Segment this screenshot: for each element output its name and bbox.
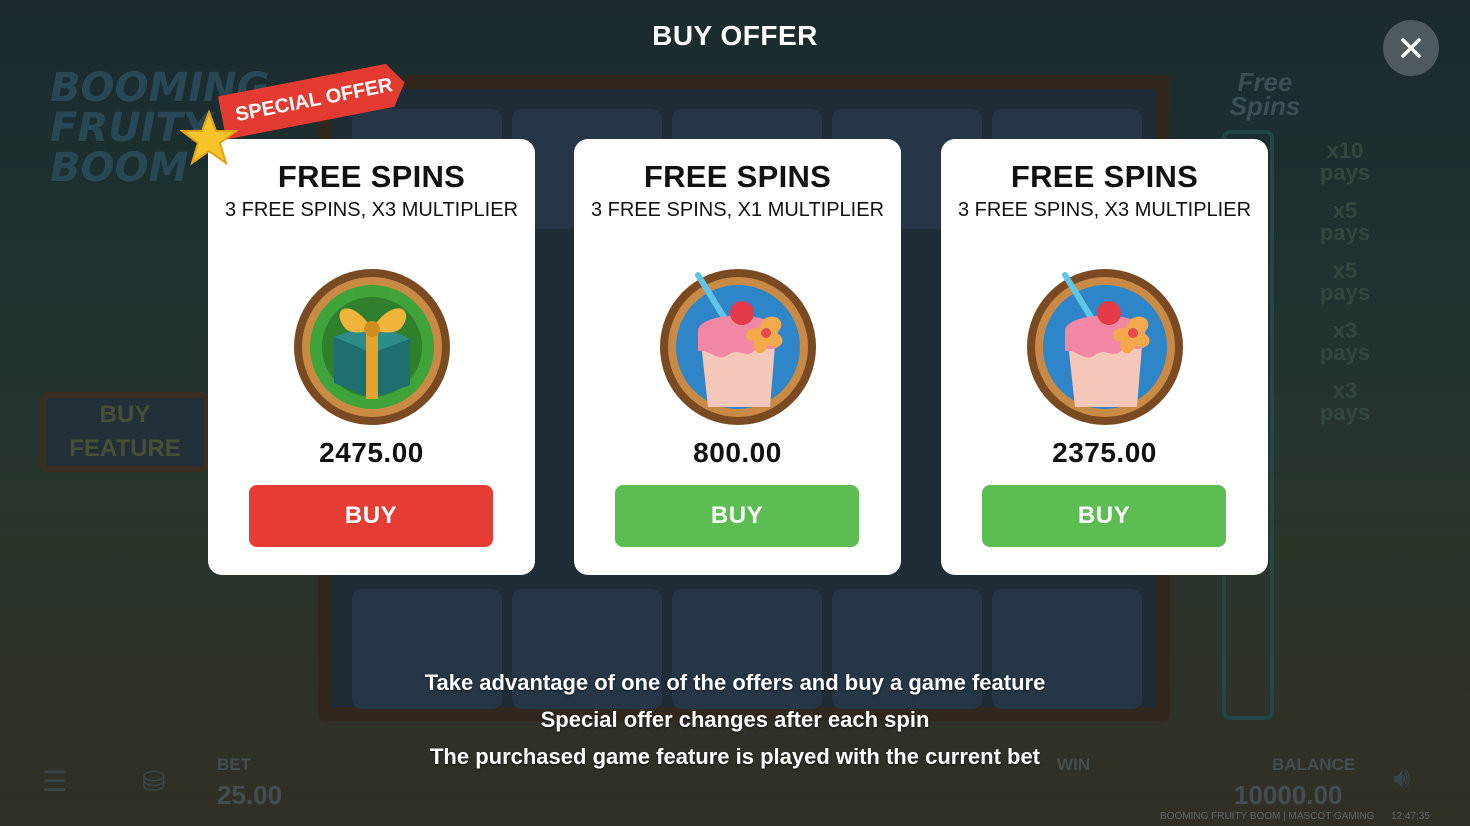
offer-price: 800.00 bbox=[693, 437, 782, 468]
offer-subtitle: 3 FREE SPINS, X1 MULTIPLIER bbox=[590, 199, 885, 221]
offer-title: FREE SPINS bbox=[643, 159, 832, 194]
star-icon bbox=[180, 110, 238, 166]
milkshake-icon bbox=[1027, 269, 1183, 425]
info-line: The purchased game feature is played wit… bbox=[429, 744, 1041, 769]
offer-price: 2475.00 bbox=[319, 437, 424, 468]
offer-title: FREE SPINS bbox=[277, 159, 466, 194]
offer-subtitle: 3 FREE SPINS, X3 MULTIPLIER bbox=[224, 199, 519, 221]
info-text: Take advantage of one of the offers and … bbox=[0, 664, 1470, 775]
special-offer-label: SPECIAL OFFER bbox=[233, 74, 395, 127]
offer-subtitle: 3 FREE SPINS, X3 MULTIPLIER bbox=[957, 199, 1252, 221]
info-line: Special offer changes after each spin bbox=[540, 707, 930, 732]
offer-card: FREE SPINS 3 FREE SPINS, X3 MULTIPLIER 2… bbox=[208, 139, 535, 575]
buy-button[interactable]: BUY bbox=[615, 485, 859, 547]
offer-card: FREE SPINS 3 FREE SPINS, X3 MULTIPLIER 2… bbox=[941, 139, 1268, 575]
buy-button[interactable]: BUY bbox=[249, 485, 493, 547]
close-button[interactable] bbox=[1383, 20, 1439, 76]
popup-title: BUY OFFER bbox=[652, 20, 818, 51]
info-line: Take advantage of one of the offers and … bbox=[424, 670, 1046, 695]
offer-price: 2375.00 bbox=[1052, 437, 1157, 468]
gift-box-icon bbox=[294, 269, 450, 425]
special-offer-ribbon: SPECIAL OFFER bbox=[218, 61, 409, 140]
buy-button[interactable]: BUY bbox=[982, 485, 1226, 547]
milkshake-icon bbox=[660, 269, 816, 425]
close-icon bbox=[1401, 38, 1421, 58]
offer-card: FREE SPINS 3 FREE SPINS, X1 MULTIPLIER 8… bbox=[574, 139, 901, 575]
offer-title: FREE SPINS bbox=[1010, 159, 1199, 194]
buy-offer-overlay: BUY OFFER FREE SPINS 3 FREE SPINS, X3 MU… bbox=[0, 0, 1470, 826]
